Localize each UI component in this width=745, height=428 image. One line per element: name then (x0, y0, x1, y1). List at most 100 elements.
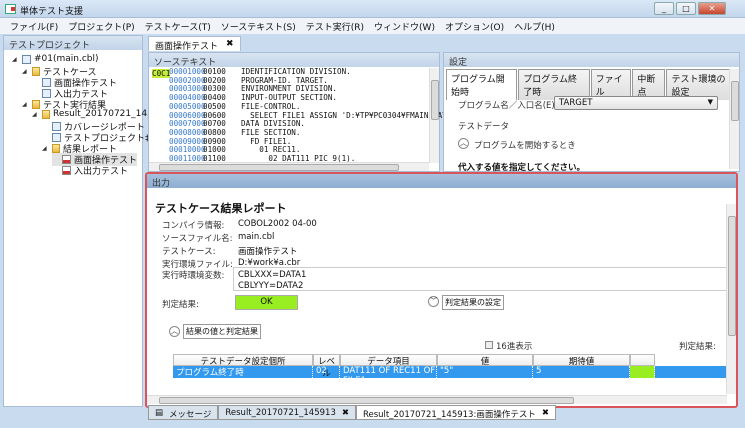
vertical-scrollbar[interactable] (429, 68, 439, 163)
close-tab-icon[interactable]: ✖ (226, 39, 234, 49)
tab-result[interactable]: Result_20170721_145913 ✖ (218, 405, 356, 420)
source-code[interactable]: 00001000 00100 IDENTIFICATION DIVISION. 000… (169, 68, 449, 163)
field-value: COBOL2002 04-00 (238, 219, 317, 229)
tab-label: メッセージ (169, 410, 212, 420)
cell-value: "5" (437, 366, 533, 378)
tab-program-start[interactable]: プログラム開始時 (446, 69, 518, 100)
hex-checkbox[interactable] (485, 341, 493, 349)
menu-help[interactable]: ヘルプ(H) (514, 20, 555, 33)
tree-item-label: 入出力テスト (74, 167, 129, 177)
table-row[interactable]: プログラム終了時(TARGET/TARGET) 02 DAT111 OF REC… (173, 366, 733, 388)
menu-bar: ファイル(F) プロジェクト(P) テストケース(T) ソーステキスト(S) テ… (0, 18, 745, 34)
panel-title: ソーステキスト (149, 53, 439, 68)
output-panel: 出力 テストケース結果レポート コンパイラ情報: COBOL2002 04-00 ソ… (145, 172, 738, 408)
vertical-scrollbar[interactable] (726, 204, 736, 394)
close-tab-icon[interactable]: ✖ (342, 408, 349, 418)
collapse-icon[interactable]: ︿ (458, 138, 469, 149)
cell-expected: 5 (533, 366, 630, 378)
tree-item[interactable]: ◢ Result_20170721_145 (32, 109, 153, 119)
tree-item[interactable]: 入出力テスト (52, 164, 128, 177)
program-value: TARGET (559, 98, 593, 108)
folder-icon (32, 67, 40, 76)
field-value: main.cbl (238, 232, 275, 242)
tree-item[interactable]: ◢ #01(main.cbl) (12, 54, 99, 64)
column-header[interactable]: テストデータ設定個所 (173, 354, 313, 367)
expand-arrow-icon[interactable]: ◢ (42, 145, 49, 152)
column-header[interactable]: 値 (437, 354, 533, 367)
panel-title: テストプロジェクト (4, 36, 142, 51)
maximize-button[interactable]: □ (676, 2, 696, 15)
testcase-icon (42, 89, 51, 98)
hex-label: 16進表示 (496, 342, 533, 352)
column-header[interactable]: レベル (313, 354, 340, 379)
menu-run[interactable]: テスト実行(R) (306, 20, 364, 33)
testcase-icon (42, 78, 51, 87)
env-values: CBLXXX=DATA1 CBLYYY=DATA2 (233, 267, 733, 291)
folder-icon (32, 100, 40, 109)
tab-label: Result_20170721_145913 (225, 408, 336, 418)
window-title: 単体テスト支援 (20, 7, 84, 17)
env-value: CBLYYY=DATA2 (238, 281, 304, 291)
result-icon (62, 155, 71, 164)
tab-editor[interactable]: 画面操作テスト ✖ (148, 36, 241, 52)
test-project-panel: テストプロジェクト ◢ #01(main.cbl) ◢ テストケース 画面操作テスト 入出… (3, 35, 153, 407)
tab-label: Result_20170721_145913:画面操作テスト (362, 410, 536, 420)
collapse-icon[interactable]: ︿ (169, 326, 180, 337)
tab-result-detail[interactable]: Result_20170721_145913:画面操作テスト ✖ (355, 405, 556, 420)
cell-judge (630, 366, 655, 378)
title-bar: 単体テスト支援 _ □ ✕ (0, 0, 745, 18)
coverage-marker: C0C1 (152, 69, 171, 78)
judge-label: 判定結果: (679, 342, 716, 352)
field-label: ソースファイル名: (162, 234, 233, 244)
chevron-down-icon: ▼ (707, 98, 713, 106)
report-icon (52, 133, 61, 142)
menu-options[interactable]: オプション(O) (445, 20, 504, 33)
field-value: 画面操作テスト (238, 247, 298, 257)
judge-label: 判定結果: (162, 300, 199, 310)
panel-title: 設定 (444, 53, 739, 68)
coverage-icon (52, 122, 61, 131)
bottom-tabs: ▤ メッセージ Result_20170721_145913 ✖ Result_20… (148, 405, 556, 420)
cell-location: プログラム終了時(TARGET/TARGET) (173, 366, 313, 388)
vertical-scrollbar[interactable] (729, 69, 739, 169)
expand-arrow-icon[interactable]: ◢ (32, 111, 39, 118)
expand-arrow-icon[interactable]: ◢ (22, 101, 29, 108)
expand-icon[interactable]: ﹀ (428, 296, 439, 307)
column-header[interactable]: データ項目 (340, 354, 437, 367)
field-label: コンパイラ情報: (162, 221, 225, 231)
horizontal-scrollbar[interactable] (149, 162, 429, 171)
results-table: テストデータ設定個所 レベル データ項目 値 期待値 プログラム終了時(TARG… (173, 354, 733, 388)
app-icon (5, 4, 16, 14)
start-section-label: プログラムを開始するとき (474, 141, 576, 151)
menu-source[interactable]: ソーステキスト(S) (221, 20, 296, 33)
judge-settings-toggle[interactable]: 判定結果の設定 (442, 295, 504, 310)
expand-arrow-icon[interactable]: ◢ (12, 56, 19, 63)
testdata-label: テストデータ (458, 122, 510, 132)
program-select[interactable]: TARGET ▼ (554, 96, 718, 110)
minimize-button[interactable]: _ (654, 2, 674, 15)
cell-level: 02 (313, 366, 340, 378)
tab-messages[interactable]: ▤ メッセージ (148, 405, 219, 420)
program-label: プログラム名／入口名(E): (458, 101, 558, 111)
menu-testcase[interactable]: テストケース(T) (145, 20, 211, 33)
panel-title: 出力 (147, 174, 736, 189)
horizontal-scrollbar[interactable] (147, 395, 727, 404)
judge-result: OK (235, 295, 298, 310)
close-button[interactable]: ✕ (698, 2, 726, 15)
column-header[interactable]: 期待値 (533, 354, 630, 367)
menu-window[interactable]: ウィンドウ(W) (374, 20, 435, 33)
table-header: テストデータ設定個所 レベル データ項目 値 期待値 (173, 354, 733, 379)
env-value: CBLXXX=DATA1 (238, 270, 307, 280)
project-icon (22, 54, 31, 64)
tree-item-label: #01(main.cbl) (34, 54, 99, 64)
tab-label: 画面操作テスト (155, 42, 219, 52)
results-section-toggle[interactable]: 結果の値と判定結果 (183, 324, 261, 339)
close-tab-icon[interactable]: ✖ (542, 408, 549, 418)
settings-panel: 設定 プログラム開始時 プログラム終了時 ファイル 中断点 テスト環境の設定 プ… (443, 52, 740, 173)
menu-file[interactable]: ファイル(F) (10, 20, 58, 33)
expand-arrow-icon[interactable]: ◢ (22, 68, 29, 75)
report-title: テストケース結果レポート (155, 202, 287, 215)
tree-item-label: Result_20170721_145 (53, 109, 153, 119)
menu-project[interactable]: プロジェクト(P) (68, 20, 134, 33)
cell-data-item: DAT111 OF REC11 OF FILE1 (340, 366, 437, 386)
